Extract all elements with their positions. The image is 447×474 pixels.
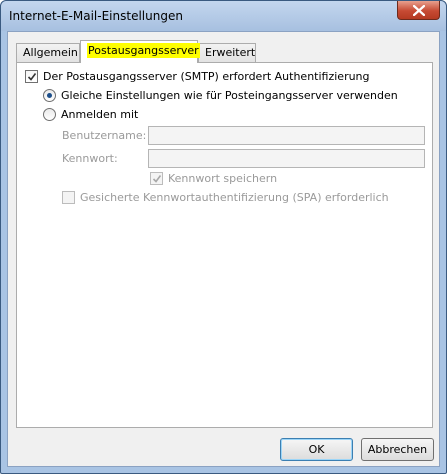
tab-allgemein[interactable]: Allgemein [16, 43, 80, 62]
spa-label: Gesicherte Kennwortauthentifizierung (SP… [80, 191, 389, 204]
tab-label: Postausgangsserver [87, 43, 200, 58]
login-with-radio[interactable]: Anmelden mit [43, 108, 138, 121]
checkmark-icon [152, 175, 162, 183]
tab-label: Erweitert [205, 46, 256, 59]
tab-postausgangsserver[interactable]: Postausgangsserver [80, 40, 200, 63]
title-bar[interactable]: Internet-E-Mail-Einstellungen [1, 1, 446, 31]
checkbox-box[interactable] [62, 191, 75, 204]
remember-password-label: Kennwort speichern [168, 172, 278, 185]
dialog-window: Internet-E-Mail-Einstellungen Allgemein … [0, 0, 447, 474]
tab-panel-postausgangsserver: Der Postausgangsserver (SMTP) erfordert … [16, 62, 433, 428]
checkbox-box[interactable] [25, 70, 38, 83]
remember-password-checkbox[interactable]: Kennwort speichern [150, 172, 277, 185]
radio-button[interactable] [43, 89, 56, 102]
password-field[interactable] [148, 149, 425, 168]
login-with-label: Anmelden mit [61, 108, 139, 121]
checkbox-box[interactable] [150, 172, 163, 185]
close-button[interactable] [397, 1, 440, 20]
radio-button[interactable] [43, 108, 56, 121]
tab-label: Allgemein [23, 46, 78, 59]
auth-required-checkbox[interactable]: Der Postausgangsserver (SMTP) erfordert … [25, 70, 370, 83]
username-label: Benutzername: [62, 129, 147, 142]
checkmark-icon [27, 73, 37, 81]
spa-checkbox[interactable]: Gesicherte Kennwortauthentifizierung (SP… [62, 191, 389, 204]
auth-required-label: Der Postausgangsserver (SMTP) erfordert … [43, 70, 370, 83]
cancel-button[interactable]: Abbrechen [361, 438, 434, 461]
password-label: Kennwort: [62, 152, 118, 165]
ok-button[interactable]: OK [280, 438, 353, 461]
dialog-body: Allgemein Postausgangsserver Erweitert D… [7, 31, 440, 467]
tab-erweitert[interactable]: Erweitert [198, 43, 256, 62]
username-field[interactable] [148, 126, 425, 145]
same-settings-label: Gleiche Einstellungen wie für Posteingan… [61, 89, 398, 102]
same-settings-radio[interactable]: Gleiche Einstellungen wie für Posteingan… [43, 89, 398, 102]
window-title: Internet-E-Mail-Einstellungen [9, 9, 183, 23]
close-icon [413, 5, 425, 16]
